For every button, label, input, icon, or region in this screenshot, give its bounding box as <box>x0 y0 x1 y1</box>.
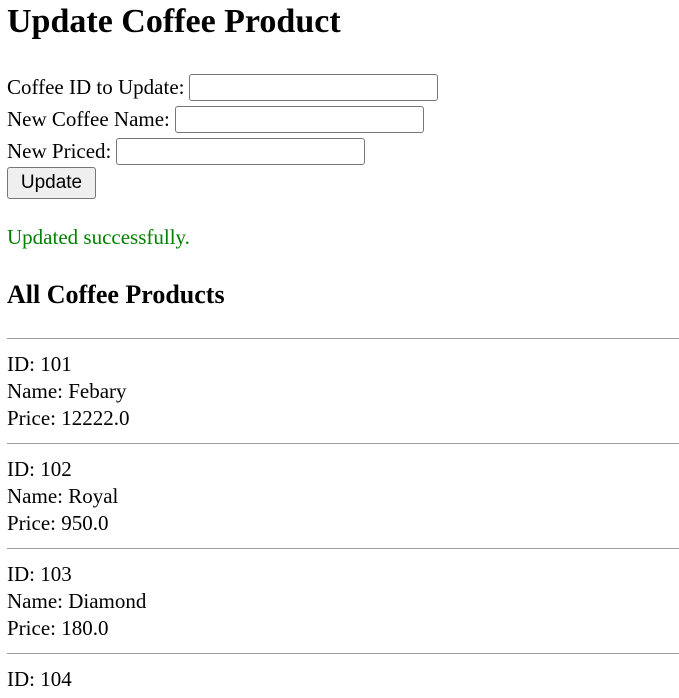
list-item: ID: 102 Name: Royal Price: 950.0 <box>0 444 679 548</box>
product-name: Name: Febary <box>7 379 127 403</box>
coffee-id-row: Coffee ID to Update: <box>7 71 439 103</box>
coffee-price-input[interactable] <box>116 137 366 165</box>
product-price: Price: 12222.0 <box>7 406 130 430</box>
coffee-id-input[interactable] <box>189 73 439 101</box>
product-name: Name: Royal <box>7 484 119 508</box>
coffee-name-label: New Coffee Name: <box>7 107 170 131</box>
product-name: Name: Diamond <box>7 589 147 613</box>
product-list: ID: 101 Name: Febary Price: 12222.0 ID: … <box>0 338 679 698</box>
coffee-id-label: Coffee ID to Update: <box>7 75 185 99</box>
coffee-name-input[interactable] <box>174 105 424 133</box>
coffee-name-row: New Coffee Name: <box>7 103 424 135</box>
product-id: ID: 101 <box>7 352 72 376</box>
coffee-price-row: New Priced: <box>7 135 366 167</box>
status-message: Updated successfully. <box>7 225 190 249</box>
product-id: ID: 103 <box>7 562 72 586</box>
product-id: ID: 102 <box>7 457 72 481</box>
update-button[interactable]: Update <box>7 167 96 199</box>
products-heading: All Coffee Products <box>7 280 225 309</box>
page-title: Update Coffee Product <box>7 3 341 40</box>
product-price: Price: 950.0 <box>7 511 109 535</box>
list-item: ID: 104 <box>0 654 679 698</box>
product-price: Price: 180.0 <box>7 616 109 640</box>
list-item: ID: 101 Name: Febary Price: 12222.0 <box>0 339 679 443</box>
product-id: ID: 104 <box>7 667 72 691</box>
coffee-price-label: New Priced: <box>7 139 112 163</box>
list-item: ID: 103 Name: Diamond Price: 180.0 <box>0 549 679 653</box>
